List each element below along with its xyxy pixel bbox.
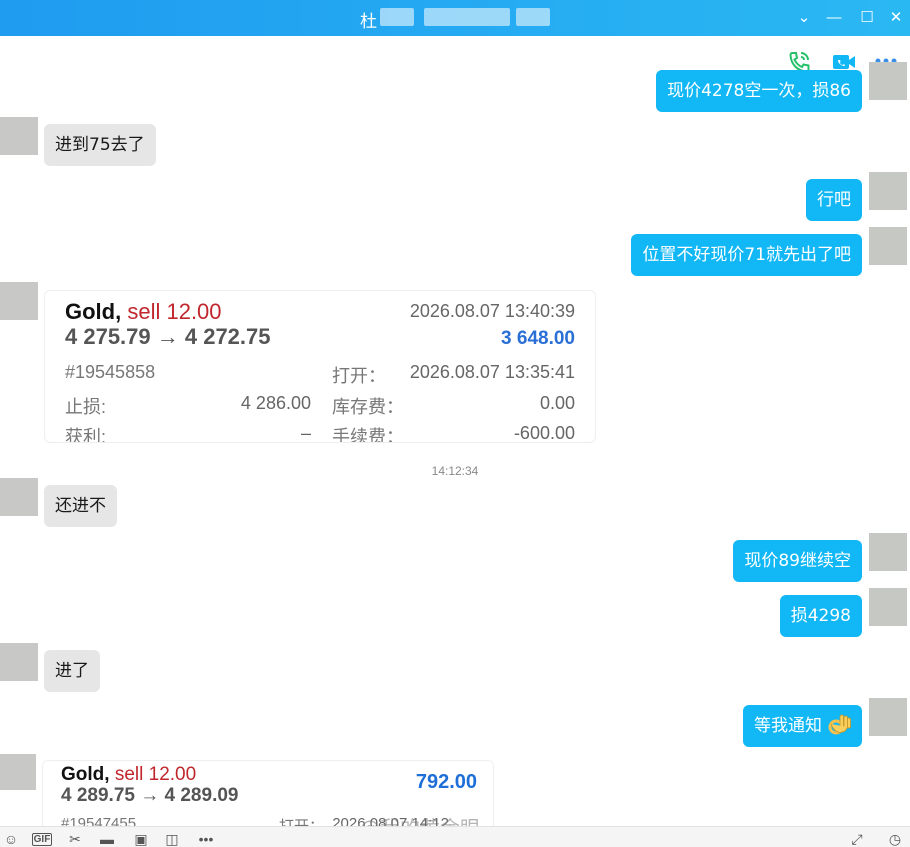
trade-symbol: Gold, sell 12.00 <box>61 764 196 786</box>
input-toolbar: ☺ GIF ✂ ▬ ▣ ◫ ••• ⤢ ◷ <box>0 826 910 847</box>
collapse-button[interactable]: ⌄ <box>792 6 816 30</box>
my-avatar[interactable] <box>869 62 907 100</box>
redacted-title <box>424 8 510 26</box>
stop-loss-value: 4 286.00 <box>240 393 311 413</box>
swap-label: 库存费： <box>332 397 404 417</box>
close-button[interactable]: ✕ <box>884 6 908 30</box>
message-bubble: 进了 <box>44 650 100 692</box>
message-bubble: 现价4278空一次，损86 <box>656 70 862 112</box>
contact-avatar[interactable] <box>0 117 38 155</box>
contact-avatar[interactable] <box>0 478 38 516</box>
contact-avatar[interactable] <box>0 754 36 790</box>
order-id: #19545858 <box>65 362 156 382</box>
close-time: 2026.08.07 13:40:39 <box>409 301 575 321</box>
contact-avatar[interactable] <box>0 643 38 681</box>
gif-icon[interactable]: GIF <box>32 833 52 846</box>
more-tools-icon[interactable]: ••• <box>194 831 218 847</box>
symbol-name: Gold, <box>65 299 122 324</box>
message-text: 等我通知 <box>754 716 822 736</box>
minimize-button[interactable]: — <box>822 6 846 30</box>
order-id: #19547455 <box>61 815 137 826</box>
trade-symbol: Gold, sell 12.00 <box>65 299 222 325</box>
emoji-icon[interactable]: ☺ <box>2 831 20 847</box>
open-time: 2026.08.07 13:35:41 <box>409 362 575 382</box>
open-label: 打开： <box>279 815 324 826</box>
screen-shake-icon[interactable]: ◫ <box>163 831 181 847</box>
trade-prices: 4 289.75 → 4 289.09 <box>61 785 239 806</box>
chat-history[interactable]: 现价4278空一次，损86 进到75去了 行吧 位置不好现价71就先出了吧 Go… <box>0 36 910 826</box>
trade-side: sell 12.00 <box>127 299 222 324</box>
message-bubble: 等我通知 <box>743 705 862 747</box>
my-avatar[interactable] <box>869 172 907 210</box>
image-icon[interactable]: ▣ <box>132 831 150 847</box>
title-bar: 杜 ⌄ — ☐ ✕ <box>0 0 910 36</box>
redacted-title <box>516 8 550 26</box>
message-bubble: 损4298 <box>779 595 862 637</box>
message-bubble: 现价89继续空 <box>733 540 862 582</box>
history-icon[interactable]: ◷ <box>886 831 904 847</box>
my-avatar[interactable] <box>869 533 907 571</box>
message-bubble: 行吧 <box>806 179 862 221</box>
contact-avatar[interactable] <box>0 282 38 320</box>
take-profit-label: 获利: <box>65 427 107 443</box>
folder-icon[interactable]: ▬ <box>98 831 116 847</box>
ok-hand-icon <box>826 712 852 744</box>
my-avatar[interactable] <box>869 698 907 736</box>
message-bubble: 位置不好现价71就先出了吧 <box>631 234 862 276</box>
trade-side: sell 12.00 <box>114 764 197 785</box>
message-timestamp: 14:12:34 <box>431 464 479 478</box>
window-title: 杜 <box>360 12 377 32</box>
expand-icon[interactable]: ⤢ <box>848 831 866 847</box>
message-bubble: 还进不 <box>44 485 117 527</box>
stop-loss-label: 止损: <box>65 397 107 417</box>
commission-label: 手续费： <box>332 427 404 443</box>
open-label: 打开： <box>332 366 386 386</box>
trade-prices: 4 275.79 → 4 272.75 <box>65 324 271 349</box>
message-bubble: 进到75去了 <box>44 124 156 166</box>
my-avatar[interactable] <box>869 227 907 265</box>
symbol-name: Gold, <box>61 764 110 785</box>
redacted-title <box>380 8 414 26</box>
trade-profit: 792.00 <box>415 771 477 793</box>
commission-value: -600.00 <box>513 423 575 443</box>
my-avatar[interactable] <box>869 588 907 626</box>
trade-card[interactable]: Gold, sell 12.00 4 275.79 → 4 272.75 202… <box>44 290 596 443</box>
swap-value: 0.00 <box>539 393 575 413</box>
scissors-icon[interactable]: ✂ <box>66 831 84 847</box>
maximize-button[interactable]: ☐ <box>855 6 879 30</box>
trade-profit: 3 648.00 <box>501 328 575 349</box>
take-profit-value: – <box>300 423 311 443</box>
